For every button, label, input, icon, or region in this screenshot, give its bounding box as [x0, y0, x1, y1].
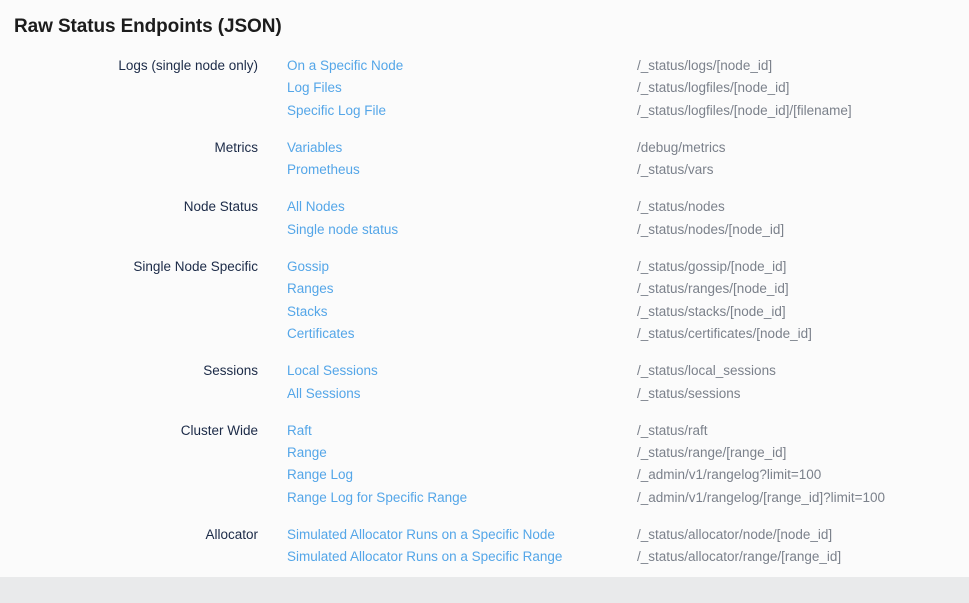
endpoint-link[interactable]: Variables: [287, 137, 637, 159]
endpoint-rows: Variables /debug/metrics Prometheus /_st…: [287, 137, 969, 182]
endpoint-link[interactable]: Gossip: [287, 256, 637, 278]
category-label: Metrics: [0, 137, 258, 159]
endpoint-rows: On a Specific Node /_status/logs/[node_i…: [287, 55, 969, 122]
endpoint-path: /_status/gossip/[node_id]: [637, 256, 786, 278]
endpoint-path: /_status/nodes: [637, 196, 725, 218]
endpoint-link[interactable]: Range Log: [287, 464, 637, 486]
endpoint-row: Gossip /_status/gossip/[node_id]: [287, 256, 969, 278]
endpoint-row: Prometheus /_status/vars: [287, 159, 969, 181]
endpoint-rows: Raft /_status/raft Range /_status/range/…: [287, 420, 969, 509]
endpoint-section: Logs (single node only) On a Specific No…: [0, 55, 969, 122]
endpoint-link[interactable]: Stacks: [287, 301, 637, 323]
endpoint-row: Certificates /_status/certificates/[node…: [287, 323, 969, 345]
endpoint-section: Metrics Variables /debug/metrics Prometh…: [0, 137, 969, 182]
endpoint-row: Single node status /_status/nodes/[node_…: [287, 219, 969, 241]
category-label: Single Node Specific: [0, 256, 258, 278]
endpoint-link[interactable]: Simulated Allocator Runs on a Specific N…: [287, 524, 637, 546]
endpoint-link[interactable]: Local Sessions: [287, 360, 637, 382]
endpoint-path: /debug/metrics: [637, 137, 726, 159]
endpoint-link[interactable]: Ranges: [287, 278, 637, 300]
endpoint-link[interactable]: All Nodes: [287, 196, 637, 218]
endpoint-path: /_status/vars: [637, 159, 714, 181]
category-label: Cluster Wide: [0, 420, 258, 442]
endpoint-link[interactable]: On a Specific Node: [287, 55, 637, 77]
endpoint-path: /_status/logs/[node_id]: [637, 55, 772, 77]
endpoint-link[interactable]: Prometheus: [287, 159, 637, 181]
endpoint-path: /_status/allocator/node/[node_id]: [637, 524, 832, 546]
endpoint-row: Simulated Allocator Runs on a Specific N…: [287, 524, 969, 546]
endpoint-path: /_status/certificates/[node_id]: [637, 323, 812, 345]
endpoint-path: /_status/allocator/range/[range_id]: [637, 546, 841, 568]
endpoint-link[interactable]: Specific Log File: [287, 100, 637, 122]
endpoint-row: Range Log for Specific Range /_admin/v1/…: [287, 487, 969, 509]
category-label: Node Status: [0, 196, 258, 218]
endpoint-path: /_admin/v1/rangelog/[range_id]?limit=100: [637, 487, 885, 509]
endpoint-path: /_admin/v1/rangelog?limit=100: [637, 464, 821, 486]
footer-strip: [0, 577, 969, 603]
endpoint-link[interactable]: Certificates: [287, 323, 637, 345]
endpoint-link[interactable]: Single node status: [287, 219, 637, 241]
endpoint-row: Range /_status/range/[range_id]: [287, 442, 969, 464]
endpoint-rows: Gossip /_status/gossip/[node_id] Ranges …: [287, 256, 969, 345]
endpoint-path: /_status/sessions: [637, 383, 741, 405]
category-label: Logs (single node only): [0, 55, 258, 77]
endpoint-row: On a Specific Node /_status/logs/[node_i…: [287, 55, 969, 77]
category-label: Allocator: [0, 524, 258, 546]
endpoint-section: Sessions Local Sessions /_status/local_s…: [0, 360, 969, 405]
endpoint-link[interactable]: Range: [287, 442, 637, 464]
endpoint-rows: Local Sessions /_status/local_sessions A…: [287, 360, 969, 405]
endpoint-row: Stacks /_status/stacks/[node_id]: [287, 301, 969, 323]
endpoint-section: Single Node Specific Gossip /_status/gos…: [0, 256, 969, 345]
endpoint-row: Range Log /_admin/v1/rangelog?limit=100: [287, 464, 969, 486]
page-title: Raw Status Endpoints (JSON): [0, 0, 969, 39]
endpoint-path: /_status/local_sessions: [637, 360, 776, 382]
raw-status-endpoints-page: Raw Status Endpoints (JSON) Logs (single…: [0, 0, 969, 569]
endpoint-rows: Simulated Allocator Runs on a Specific N…: [287, 524, 969, 569]
endpoint-row: Raft /_status/raft: [287, 420, 969, 442]
endpoint-link[interactable]: Raft: [287, 420, 637, 442]
endpoint-link[interactable]: Range Log for Specific Range: [287, 487, 637, 509]
endpoint-row: Local Sessions /_status/local_sessions: [287, 360, 969, 382]
endpoint-sections: Logs (single node only) On a Specific No…: [0, 55, 969, 569]
endpoint-path: /_status/raft: [637, 420, 708, 442]
endpoint-row: Specific Log File /_status/logfiles/[nod…: [287, 100, 969, 122]
endpoint-rows: All Nodes /_status/nodes Single node sta…: [287, 196, 969, 241]
endpoint-path: /_status/logfiles/[node_id]: [637, 77, 789, 99]
endpoint-path: /_status/range/[range_id]: [637, 442, 786, 464]
endpoint-path: /_status/logfiles/[node_id]/[filename]: [637, 100, 852, 122]
endpoint-row: All Nodes /_status/nodes: [287, 196, 969, 218]
endpoint-row: Simulated Allocator Runs on a Specific R…: [287, 546, 969, 568]
endpoint-row: All Sessions /_status/sessions: [287, 383, 969, 405]
endpoint-section: Allocator Simulated Allocator Runs on a …: [0, 524, 969, 569]
category-label: Sessions: [0, 360, 258, 382]
endpoint-link[interactable]: All Sessions: [287, 383, 637, 405]
endpoint-link[interactable]: Simulated Allocator Runs on a Specific R…: [287, 546, 637, 568]
endpoint-path: /_status/ranges/[node_id]: [637, 278, 789, 300]
endpoint-row: Variables /debug/metrics: [287, 137, 969, 159]
endpoint-row: Ranges /_status/ranges/[node_id]: [287, 278, 969, 300]
endpoint-path: /_status/stacks/[node_id]: [637, 301, 786, 323]
endpoint-path: /_status/nodes/[node_id]: [637, 219, 784, 241]
endpoint-section: Cluster Wide Raft /_status/raft Range /_…: [0, 420, 969, 509]
endpoint-row: Log Files /_status/logfiles/[node_id]: [287, 77, 969, 99]
endpoint-section: Node Status All Nodes /_status/nodes Sin…: [0, 196, 969, 241]
endpoint-link[interactable]: Log Files: [287, 77, 637, 99]
